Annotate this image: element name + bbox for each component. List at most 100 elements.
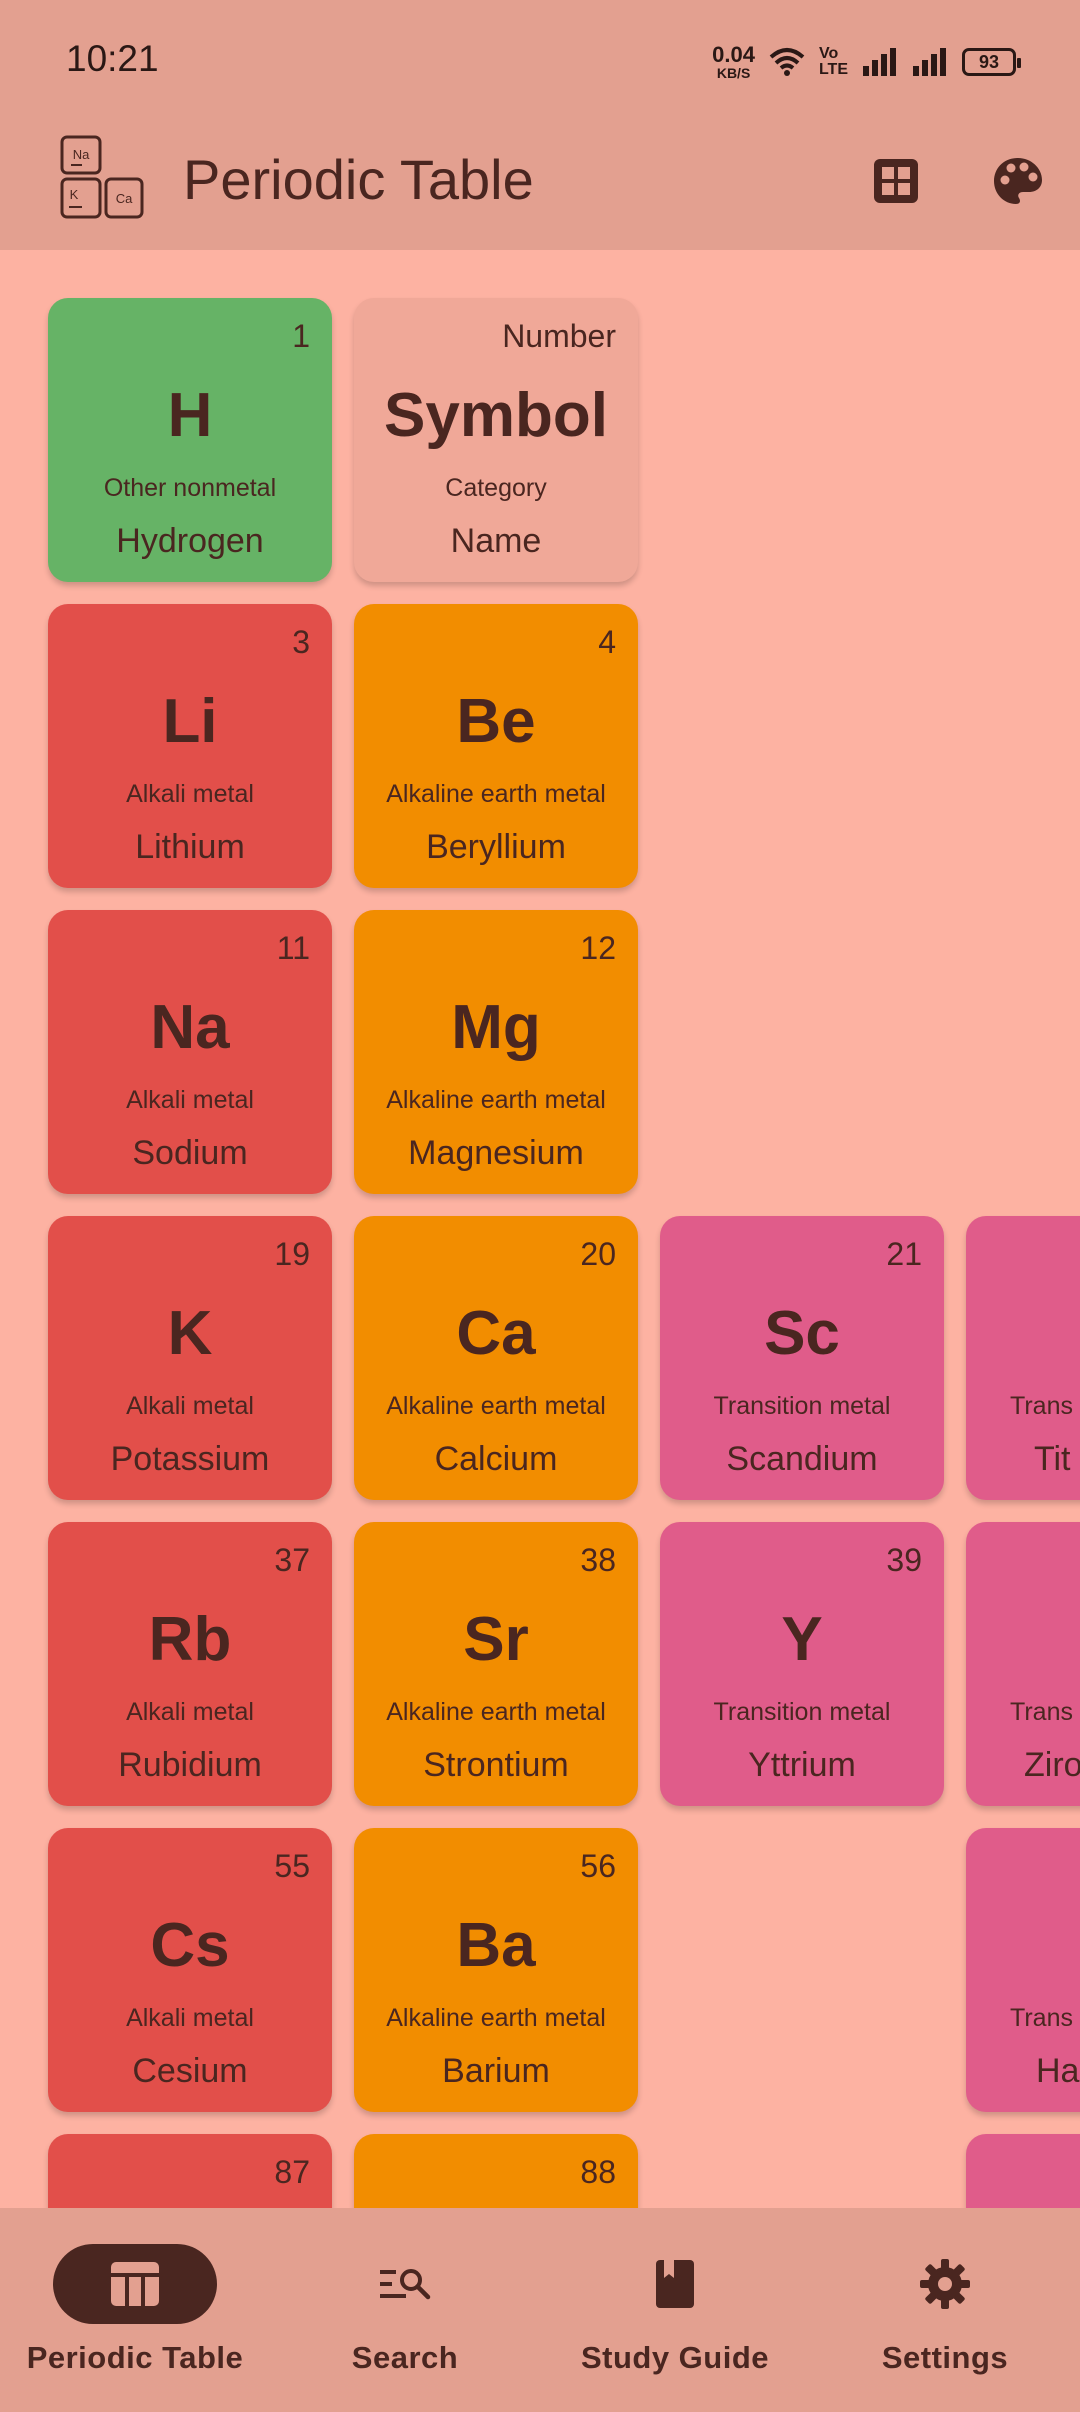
network-speed-unit: KB/S — [716, 65, 751, 81]
page-title: Periodic Table — [183, 148, 534, 211]
element-name: Scandium — [726, 1440, 878, 1478]
element-tile-radium[interactable]: 88 — [354, 2134, 638, 2208]
element-category: Other nonmetal — [103, 474, 277, 502]
element-name: Tit — [1034, 1440, 1071, 1478]
element-name: Strontium — [423, 1746, 569, 1784]
atomic-number: 87 — [274, 2154, 310, 2190]
element-tile-zirconium-partial[interactable]: Trans Ziro — [966, 1522, 1080, 1806]
element-tile-lithium[interactable]: 3 Li Alkali metal Lithium — [48, 604, 332, 888]
element-category: Alkali metal — [126, 1392, 254, 1420]
nav-settings[interactable]: Settings — [810, 2208, 1080, 2412]
element-symbol: Be — [456, 687, 536, 756]
grid-view-button[interactable] — [866, 151, 926, 211]
element-name: Ha — [1036, 2052, 1080, 2090]
status-time: 10:21 — [66, 38, 159, 79]
book-icon — [656, 2260, 694, 2308]
svg-text:Ca: Ca — [116, 191, 133, 206]
element-tile-titanium-partial[interactable]: Trans Tit — [966, 1216, 1080, 1500]
element-category: Alkaline earth metal — [386, 2004, 606, 2032]
grid-view-icon — [874, 159, 918, 203]
element-tile-sodium[interactable]: 11 Na Alkali metal Sodium — [48, 910, 332, 1194]
atomic-number: 3 — [292, 624, 310, 660]
element-name: Lithium — [135, 828, 245, 866]
nav-search[interactable]: Search — [270, 2208, 540, 2412]
nav-periodic-table[interactable]: Periodic Table — [0, 2208, 270, 2412]
bottom-navigation: Periodic Table Search Study Guide Settin… — [0, 2208, 1080, 2412]
element-category: Alkaline earth metal — [386, 1392, 606, 1420]
atomic-number: 4 — [598, 624, 616, 660]
element-name: Barium — [442, 2052, 550, 2090]
element-symbol: Mg — [451, 993, 541, 1062]
nav-study-guide[interactable]: Study Guide — [540, 2208, 810, 2412]
element-symbol: Na — [150, 993, 230, 1062]
legend-number: Number — [502, 318, 616, 354]
element-name: Potassium — [110, 1440, 270, 1478]
theme-palette-button[interactable] — [988, 151, 1048, 211]
nav-label: Study Guide — [580, 2340, 770, 2375]
element-name: Cesium — [132, 2052, 248, 2090]
element-tile-rubidium[interactable]: 37 Rb Alkali metal Rubidium — [48, 1522, 332, 1806]
element-category: Trans — [1010, 2004, 1073, 2032]
element-tile-hydrogen[interactable]: 1 H Other nonmetal Hydrogen — [48, 298, 332, 582]
element-tile-calcium[interactable]: 20 Ca Alkaline earth metal Calcium — [354, 1216, 638, 1500]
element-tile-hafnium-partial[interactable]: Trans Ha — [966, 1828, 1080, 2112]
battery-indicator: 93 — [962, 48, 1021, 76]
element-name: Ziro — [1024, 1746, 1080, 1784]
atomic-number: 88 — [580, 2154, 616, 2190]
element-category: Alkali metal — [126, 1698, 254, 1726]
element-name: Rubidium — [118, 1746, 262, 1784]
app-logo-icon: Na K Ca — [60, 135, 144, 219]
atomic-number: 12 — [580, 930, 616, 966]
signal-icon-2 — [913, 48, 946, 76]
element-tile-yttrium[interactable]: 39 Y Transition metal Yttrium — [660, 1522, 944, 1806]
element-tile-rutherfordium-partial[interactable] — [966, 2134, 1080, 2208]
element-tile-cesium[interactable]: 55 Cs Alkali metal Cesium — [48, 1828, 332, 2112]
legend-tile: Number Symbol Category Name — [354, 298, 638, 582]
palette-icon — [994, 158, 1042, 204]
element-symbol: Y — [781, 1605, 823, 1674]
periodic-table-grid: 1 H Other nonmetal Hydrogen Number Symbo… — [0, 250, 1080, 2208]
element-symbol: Sc — [764, 1299, 840, 1368]
atomic-number: 38 — [580, 1542, 616, 1578]
element-name: Magnesium — [408, 1134, 584, 1172]
atomic-number: 1 — [292, 318, 310, 354]
svg-text:Na: Na — [73, 147, 90, 162]
status-icons: 0.04 KB/S Vo LTE 93 — [712, 44, 1021, 81]
element-tile-strontium[interactable]: 38 Sr Alkaline earth metal Strontium — [354, 1522, 638, 1806]
search-list-icon — [380, 2269, 431, 2300]
element-name: Calcium — [434, 1440, 558, 1478]
element-tile-beryllium[interactable]: 4 Be Alkaline earth metal Beryllium — [354, 604, 638, 888]
legend-category: Category — [445, 474, 547, 502]
element-tile-barium[interactable]: 56 Ba Alkaline earth metal Barium — [354, 1828, 638, 2112]
element-category: Alkali metal — [126, 780, 254, 808]
element-symbol: Ba — [456, 1911, 536, 1980]
signal-icon-1 — [863, 48, 896, 76]
element-symbol: Cs — [150, 1911, 230, 1980]
legend-name: Name — [450, 522, 542, 560]
element-tile-scandium[interactable]: 21 Sc Transition metal Scandium — [660, 1216, 944, 1500]
element-tile-francium[interactable]: 87 — [48, 2134, 332, 2208]
atomic-number: 39 — [886, 1542, 922, 1578]
element-category: Transition metal — [713, 1698, 891, 1726]
atomic-number: 56 — [580, 1848, 616, 1884]
element-category: Trans — [1010, 1698, 1073, 1726]
element-category: Alkali metal — [126, 2004, 254, 2032]
atomic-number: 19 — [274, 1236, 310, 1272]
table-icon — [111, 2262, 159, 2306]
atomic-number: 20 — [580, 1236, 616, 1272]
element-category: Transition metal — [713, 1392, 891, 1420]
nav-label: Settings — [881, 2340, 1009, 2375]
element-category: Alkali metal — [126, 1086, 254, 1114]
element-tile-potassium[interactable]: 19 K Alkali metal Potassium — [48, 1216, 332, 1500]
element-category: Alkaline earth metal — [386, 1086, 606, 1114]
svg-text:K: K — [70, 187, 79, 202]
element-tile-magnesium[interactable]: 12 Mg Alkaline earth metal Magnesium — [354, 910, 638, 1194]
atomic-number: 21 — [886, 1236, 922, 1272]
atomic-number: 55 — [274, 1848, 310, 1884]
element-symbol: Rb — [148, 1605, 232, 1674]
element-symbol: K — [167, 1299, 213, 1368]
network-speed: 0.04 KB/S — [712, 44, 755, 81]
legend-symbol: Symbol — [384, 381, 608, 450]
app-bar: Na K Ca Periodic Table — [0, 125, 1080, 250]
nav-label: Search — [351, 2340, 459, 2375]
